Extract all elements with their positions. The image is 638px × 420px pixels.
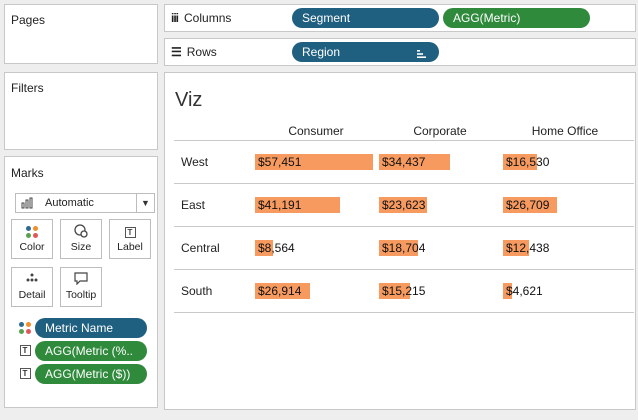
- pages-panel[interactable]: Pages: [4, 4, 158, 64]
- color-button[interactable]: Color: [11, 219, 53, 259]
- label-icon: T: [110, 224, 150, 240]
- row-header[interactable]: Central: [181, 241, 220, 255]
- columns-icon: iii: [171, 11, 179, 25]
- row-divider: [174, 140, 634, 141]
- cell-value: $4,621: [506, 284, 543, 298]
- agg-metric-pill[interactable]: AGG(Metric): [443, 8, 590, 28]
- filters-panel[interactable]: Filters: [4, 72, 158, 150]
- tooltip-icon: [61, 272, 101, 288]
- tooltip-button-label: Tooltip: [65, 289, 97, 301]
- bar-chart-icon: [21, 197, 37, 212]
- metric-name-pill[interactable]: Metric Name: [35, 318, 147, 338]
- cell-value: $26,709: [506, 198, 550, 212]
- row-header[interactable]: South: [181, 284, 212, 298]
- rows-label: Rows: [186, 45, 217, 59]
- color-dots-icon: [12, 224, 52, 240]
- chevron-down-icon[interactable]: ▼: [136, 194, 154, 212]
- detail-button[interactable]: Detail: [11, 267, 53, 307]
- mark-type-label: Automatic: [45, 197, 94, 209]
- detail-button-label: Detail: [18, 289, 46, 301]
- cell-value: $18,704: [382, 241, 426, 255]
- pages-title: Pages: [11, 13, 46, 27]
- rows-icon: ☰: [171, 45, 182, 59]
- row-divider: [174, 269, 634, 270]
- label-button-label: Label: [117, 241, 143, 253]
- sort-icon[interactable]: [417, 48, 427, 62]
- cell-value: $12,438: [506, 241, 550, 255]
- mark-type-dropdown[interactable]: Automatic ▼: [15, 193, 155, 213]
- marks-panel: Marks Automatic ▼ Color Size T Label Det…: [4, 156, 158, 408]
- cell-value: $34,437: [382, 155, 426, 169]
- color-dots-icon: [19, 322, 31, 334]
- filters-title: Filters: [11, 81, 44, 95]
- cell-value: $16,530: [506, 155, 550, 169]
- cell-value: $15,215: [382, 284, 426, 298]
- size-button[interactable]: Size: [60, 219, 102, 259]
- rows-shelf[interactable]: ☰ Rows Region: [164, 38, 636, 66]
- metric-percent-pill[interactable]: AGG(Metric (%..: [35, 341, 147, 361]
- viz-sheet: Viz Consumer Corporate Home Office West …: [164, 72, 636, 410]
- cell-value: $57,451: [258, 155, 302, 169]
- detail-icon: [12, 272, 52, 288]
- cell-value: $8,564: [258, 241, 295, 255]
- size-icon: [61, 224, 101, 240]
- rows-shelf-label: ☰ Rows: [171, 45, 217, 59]
- row-divider: [174, 312, 634, 313]
- row-divider: [174, 226, 634, 227]
- cell-value: $23,623: [382, 198, 426, 212]
- size-button-label: Size: [70, 241, 92, 253]
- cell-value: $26,914: [258, 284, 302, 298]
- row-header[interactable]: West: [181, 155, 208, 169]
- label-button[interactable]: T Label: [109, 219, 151, 259]
- column-header[interactable]: Corporate: [385, 124, 495, 138]
- columns-shelf-label: iii Columns: [171, 11, 231, 25]
- column-header[interactable]: Home Office: [510, 124, 620, 138]
- label-icon: T: [19, 345, 31, 357]
- row-divider: [174, 183, 634, 184]
- tooltip-button[interactable]: Tooltip: [60, 267, 102, 307]
- columns-shelf[interactable]: iii Columns Segment AGG(Metric): [164, 4, 636, 32]
- columns-label: Columns: [184, 11, 232, 25]
- column-header[interactable]: Consumer: [261, 124, 371, 138]
- segment-pill[interactable]: Segment: [292, 8, 439, 28]
- cell-value: $41,191: [258, 198, 302, 212]
- viz-title: Viz: [175, 89, 203, 111]
- metric-dollar-pill[interactable]: AGG(Metric ($)): [35, 364, 147, 384]
- color-button-label: Color: [19, 241, 45, 253]
- label-icon: T: [19, 368, 31, 380]
- row-header[interactable]: East: [181, 198, 205, 212]
- marks-title: Marks: [11, 166, 44, 180]
